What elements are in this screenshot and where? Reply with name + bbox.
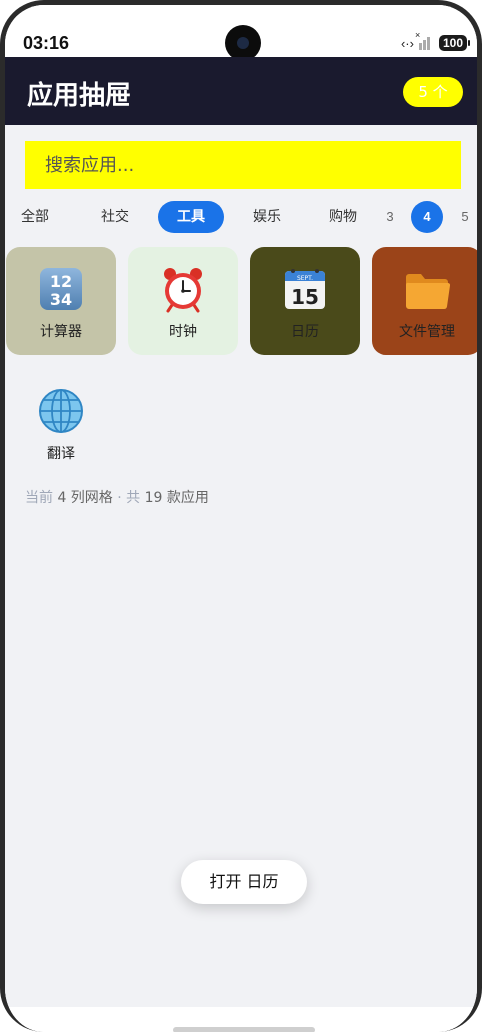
search-input[interactable] [25, 141, 461, 189]
app-label: 翻译 [47, 446, 75, 462]
app-label: 计算器 [40, 324, 82, 340]
calculator-icon: 12 34 [40, 268, 82, 310]
column-option-3[interactable]: 3 [374, 201, 406, 233]
home-indicator[interactable] [173, 1027, 315, 1032]
status-icons: ‹·› × 100 [400, 30, 471, 51]
app-tile-calendar[interactable]: SEPT. 15 日历 [250, 247, 360, 355]
svg-text:34: 34 [50, 290, 72, 309]
app-label: 日历 [291, 324, 319, 340]
calendar-icon-day: 15 [291, 285, 319, 309]
toast-message: 打开 日历 [181, 860, 307, 904]
drawer-content: 全部 社交 工具 娱乐 购物 3 4 5 12 [5, 125, 477, 1007]
tab-shopping[interactable]: 购物 [319, 201, 367, 233]
grid-info-total-prefix: 共 [126, 490, 141, 506]
data-transfer-icon: ‹·› [400, 35, 414, 51]
app-label: 时钟 [169, 324, 197, 340]
column-option-4[interactable]: 4 [411, 201, 443, 233]
signal-icon: × [415, 30, 434, 50]
status-bar: 03:16 ‹·› × 100 [5, 5, 477, 61]
status-time: 03:16 [23, 33, 70, 53]
globe-icon [39, 389, 83, 433]
app-tile-calculator[interactable]: 12 34 计算器 [6, 247, 116, 355]
battery-icon: 100 [438, 35, 471, 51]
calendar-icon: SEPT. 15 [285, 269, 325, 309]
tab-tools[interactable]: 工具 [158, 201, 224, 233]
app-header: 应用抽屉 5 个 [5, 57, 477, 125]
app-tile-translate[interactable]: 翻译 [6, 369, 116, 477]
alarm-clock-icon [164, 268, 202, 313]
grid-info-prefix: 当前 [25, 490, 53, 506]
navigation-bar [5, 1007, 477, 1032]
front-camera [225, 25, 261, 61]
page-title: 应用抽屉 [27, 81, 132, 111]
category-tabs: 全部 社交 工具 娱乐 购物 3 4 5 [5, 199, 477, 235]
app-label: 文件管理 [399, 324, 455, 340]
column-option-5[interactable]: 5 [449, 201, 477, 233]
folder-icon [405, 274, 451, 310]
calendar-icon-month: SEPT. [297, 275, 313, 282]
svg-text:12: 12 [50, 272, 72, 291]
app-tile-clock[interactable]: 时钟 [128, 247, 238, 355]
grid-info-separator: · [117, 490, 122, 506]
tab-social[interactable]: 社交 [91, 201, 139, 233]
tab-all[interactable]: 全部 [15, 201, 55, 233]
grid-info-total: 19 款应用 [144, 490, 209, 506]
phone-frame: 03:16 ‹·› × 100 应用抽屉 5 个 全部 社交 工具 娱乐 购物 … [0, 0, 482, 1032]
app-count-badge: 5 个 [403, 77, 463, 107]
app-tile-file-manager[interactable]: 文件管理 [372, 247, 477, 355]
grid-info-columns: 4 列网格 [57, 490, 113, 506]
tab-entertainment[interactable]: 娱乐 [243, 201, 291, 233]
grid-info: 当前 4 列网格 · 共 19 款应用 [25, 487, 209, 507]
